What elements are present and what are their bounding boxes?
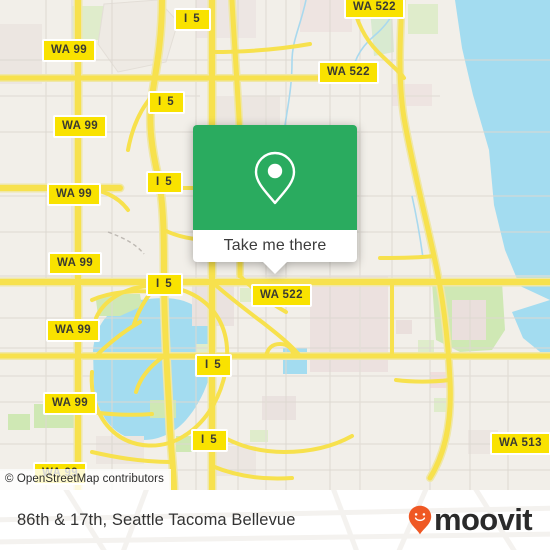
- highway-shield[interactable]: I 5: [146, 171, 183, 194]
- highway-shield[interactable]: I 5: [148, 91, 185, 114]
- highway-shield[interactable]: WA 522: [344, 0, 405, 19]
- highway-shield[interactable]: WA 99: [48, 252, 103, 275]
- moovit-smiley-pin-icon: [408, 505, 432, 535]
- moovit-logo[interactable]: moovit: [408, 502, 533, 537]
- callout-pointer: [263, 262, 287, 274]
- take-me-there-callout[interactable]: Take me there: [193, 125, 357, 274]
- callout-header: [193, 125, 357, 230]
- osm-attribution[interactable]: © OpenStreetMap contributors: [0, 469, 171, 490]
- highway-shield[interactable]: WA 99: [43, 392, 98, 415]
- location-title: 86th & 17th, Seattle Tacoma Bellevue: [17, 511, 296, 529]
- highway-shield[interactable]: WA 99: [53, 115, 108, 138]
- highway-shield[interactable]: WA 513: [490, 432, 550, 455]
- highway-shield[interactable]: I 5: [195, 354, 232, 377]
- callout-action[interactable]: Take me there: [193, 230, 357, 262]
- footer-bar: 86th & 17th, Seattle Tacoma Bellevue moo…: [0, 490, 550, 550]
- moovit-map-screenshot: .rd { stroke:#f7e14d; stroke-linecap:rou…: [0, 0, 550, 550]
- highway-shield[interactable]: WA 99: [46, 319, 101, 342]
- location-pin-icon: [254, 151, 296, 204]
- take-me-there-label: Take me there: [223, 237, 327, 254]
- moovit-wordmark: moovit: [433, 502, 533, 537]
- highway-shield[interactable]: WA 99: [42, 39, 97, 62]
- highway-shield[interactable]: WA 99: [47, 183, 102, 206]
- highway-shield[interactable]: I 5: [174, 8, 211, 31]
- highway-shield[interactable]: I 5: [191, 429, 228, 452]
- highway-shield[interactable]: WA 522: [251, 284, 312, 307]
- highway-shield[interactable]: WA 522: [318, 61, 379, 84]
- map-canvas[interactable]: .rd { stroke:#f7e14d; stroke-linecap:rou…: [0, 0, 550, 490]
- highway-shield[interactable]: I 5: [146, 273, 183, 296]
